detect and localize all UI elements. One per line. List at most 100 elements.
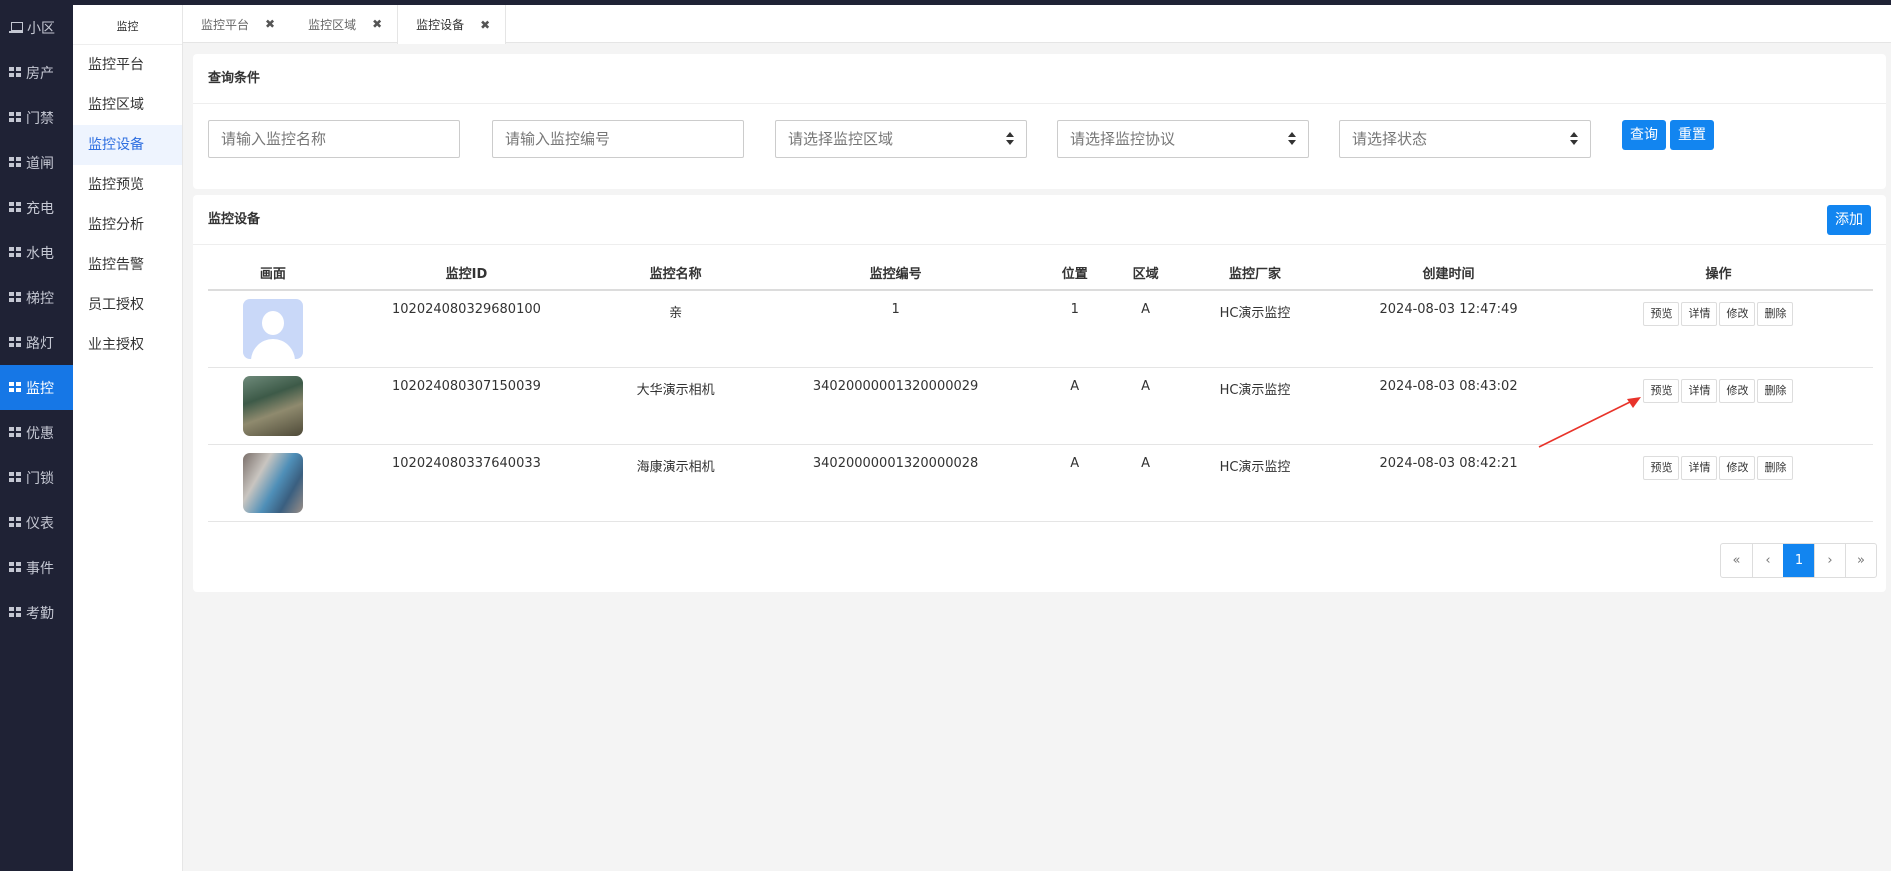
device-list-title-text: 监控设备 — [208, 212, 261, 227]
grid-icon — [9, 247, 22, 258]
nav-item-label: 优惠 — [26, 425, 54, 442]
device-table: 画面 监控ID 监控名称 监控编号 位置 区域 监控厂家 创建时间 操作 10202408032… — [208, 256, 1873, 522]
column-header: 监控编号 — [756, 256, 1036, 291]
grid-icon — [9, 67, 22, 78]
preview-button[interactable]: 预览 — [1643, 455, 1680, 480]
column-header: 监控名称 — [595, 256, 757, 291]
nav-item-label: 梯控 — [26, 290, 54, 307]
nav-item-0[interactable]: 小区 — [0, 5, 73, 50]
cell-id: 102024080307150039 — [337, 367, 596, 445]
cell-code: 1 — [756, 290, 1036, 368]
close-icon[interactable]: ✖ — [480, 18, 490, 32]
tab-0[interactable]: 监控平台 ✖ — [183, 5, 290, 43]
column-header: 区域 — [1114, 256, 1177, 291]
search-button[interactable]: 查询 — [1622, 120, 1666, 150]
device-list-panel: 监控设备 添加 画面 监控ID 监控名称 监控编号 位置 区域 监控厂家 创建时间 操作 102… — [193, 195, 1886, 592]
cell-position: 1 — [1035, 290, 1115, 368]
nav-item-11[interactable]: 仪表 — [0, 500, 73, 545]
close-icon[interactable]: ✖ — [372, 17, 382, 31]
cell-vendor: HC演示监控 — [1176, 290, 1334, 368]
table-row: 102024080337640033 海康演示相机 3402000000132000… — [208, 444, 1873, 522]
close-icon[interactable]: ✖ — [265, 17, 275, 31]
sub-menu-item[interactable]: 监控预览 — [73, 165, 182, 205]
page-1-button[interactable]: 1 — [1783, 544, 1814, 577]
grid-icon — [9, 382, 22, 393]
nav-item-label: 事件 — [26, 560, 54, 577]
grid-icon — [9, 517, 22, 528]
edit-button[interactable]: 修改 — [1719, 378, 1756, 403]
tab-bar: 监控平台 ✖ 监控区域 ✖ 监控设备 ✖ — [183, 5, 1891, 44]
column-header: 监控厂家 — [1176, 256, 1334, 291]
first-page-button[interactable]: « — [1721, 544, 1752, 577]
camera-thumbnail[interactable] — [242, 452, 303, 513]
sub-menu-item[interactable]: 监控分析 — [73, 205, 182, 245]
nav-item-label: 房产 — [26, 65, 54, 82]
table-header-row: 画面 监控ID 监控名称 监控编号 位置 区域 监控厂家 创建时间 操作 — [208, 256, 1873, 291]
status-select[interactable]: 请选择状态 — [1339, 120, 1591, 158]
query-panel: 查询条件 请输入监控名称 请输入监控编号 请选择监控区域 请选择监控协议 请选择… — [193, 54, 1886, 189]
area-select[interactable]: 请选择监控区域 — [775, 120, 1027, 158]
delete-button[interactable]: 删除 — [1757, 378, 1794, 403]
nav-item-1[interactable]: 房产 — [0, 50, 73, 95]
nav-item-9[interactable]: 优惠 — [0, 410, 73, 455]
actions-cell: 预览 详情 修改 删除 — [1563, 444, 1873, 522]
grid-icon — [9, 562, 22, 573]
grid-icon — [9, 112, 22, 123]
sub-menu-item[interactable]: 监控告警 — [73, 245, 182, 285]
nav-item-3[interactable]: 道闸 — [0, 140, 73, 185]
cell-created: 2024-08-03 08:43:02 — [1333, 367, 1564, 445]
camera-thumbnail[interactable] — [242, 299, 303, 359]
nav-item-label: 考勤 — [26, 605, 54, 622]
nav-item-10[interactable]: 门锁 — [0, 455, 73, 500]
sub-menu-item[interactable]: 业主授权 — [73, 325, 182, 365]
cell-vendor: HC演示监控 — [1176, 444, 1334, 522]
query-title: 查询条件 — [193, 54, 1886, 104]
tab-2[interactable]: 监控设备 ✖ — [397, 5, 507, 44]
protocol-select[interactable]: 请选择监控协议 — [1057, 120, 1309, 158]
delete-button[interactable]: 删除 — [1757, 455, 1794, 480]
preview-button[interactable]: 预览 — [1643, 302, 1680, 326]
grid-icon — [9, 427, 22, 438]
sub-menu-item[interactable]: 监控设备 — [73, 125, 182, 165]
laptop-icon — [9, 22, 23, 33]
pagination: « ‹ 1 › » — [1720, 543, 1877, 578]
column-header: 位置 — [1035, 256, 1115, 291]
avatar-body — [250, 339, 295, 359]
nav-item-7[interactable]: 路灯 — [0, 320, 73, 365]
prev-page-button[interactable]: ‹ — [1752, 544, 1783, 577]
sub-menu-item[interactable]: 监控区域 — [73, 85, 182, 125]
grid-icon — [9, 607, 22, 618]
detail-button[interactable]: 详情 — [1681, 455, 1718, 480]
detail-button[interactable]: 详情 — [1681, 302, 1718, 326]
sub-menu: 监控 监控平台 监控区域 监控设备 监控预览 监控分析 监控告警 员工授权 业主授权 — [73, 5, 183, 871]
monitor-name-input[interactable]: 请输入监控名称 — [208, 120, 460, 158]
edit-button[interactable]: 修改 — [1719, 302, 1756, 326]
nav-item-4[interactable]: 充电 — [0, 185, 73, 230]
camera-thumbnail[interactable] — [242, 375, 303, 436]
add-button[interactable]: 添加 — [1827, 205, 1871, 235]
sub-menu-item[interactable]: 监控平台 — [73, 45, 182, 85]
preview-button[interactable]: 预览 — [1643, 378, 1680, 403]
nav-item-6[interactable]: 梯控 — [0, 275, 73, 320]
nav-item-label: 门锁 — [26, 470, 54, 487]
nav-item-2[interactable]: 门禁 — [0, 95, 73, 140]
actions-cell: 预览 详情 修改 删除 — [1563, 290, 1873, 368]
sub-menu-item[interactable]: 员工授权 — [73, 285, 182, 325]
nav-item-12[interactable]: 事件 — [0, 545, 73, 590]
nav-item-label: 仪表 — [26, 515, 54, 532]
nav-item-8[interactable]: 监控 — [0, 365, 73, 410]
reset-button[interactable]: 重置 — [1670, 120, 1714, 150]
tab-1[interactable]: 监控区域 ✖ — [290, 5, 397, 43]
detail-button[interactable]: 详情 — [1681, 378, 1718, 403]
nav-item-13[interactable]: 考勤 — [0, 590, 73, 635]
next-page-button[interactable]: › — [1814, 544, 1845, 577]
nav-item-label: 路灯 — [26, 335, 54, 352]
cell-created: 2024-08-03 12:47:49 — [1333, 290, 1564, 368]
monitor-code-input[interactable]: 请输入监控编号 — [492, 120, 744, 158]
nav-item-label: 监控 — [26, 380, 54, 397]
grid-icon — [9, 292, 22, 303]
edit-button[interactable]: 修改 — [1719, 455, 1756, 480]
delete-button[interactable]: 删除 — [1757, 302, 1794, 326]
last-page-button[interactable]: » — [1845, 544, 1876, 577]
nav-item-5[interactable]: 水电 — [0, 230, 73, 275]
